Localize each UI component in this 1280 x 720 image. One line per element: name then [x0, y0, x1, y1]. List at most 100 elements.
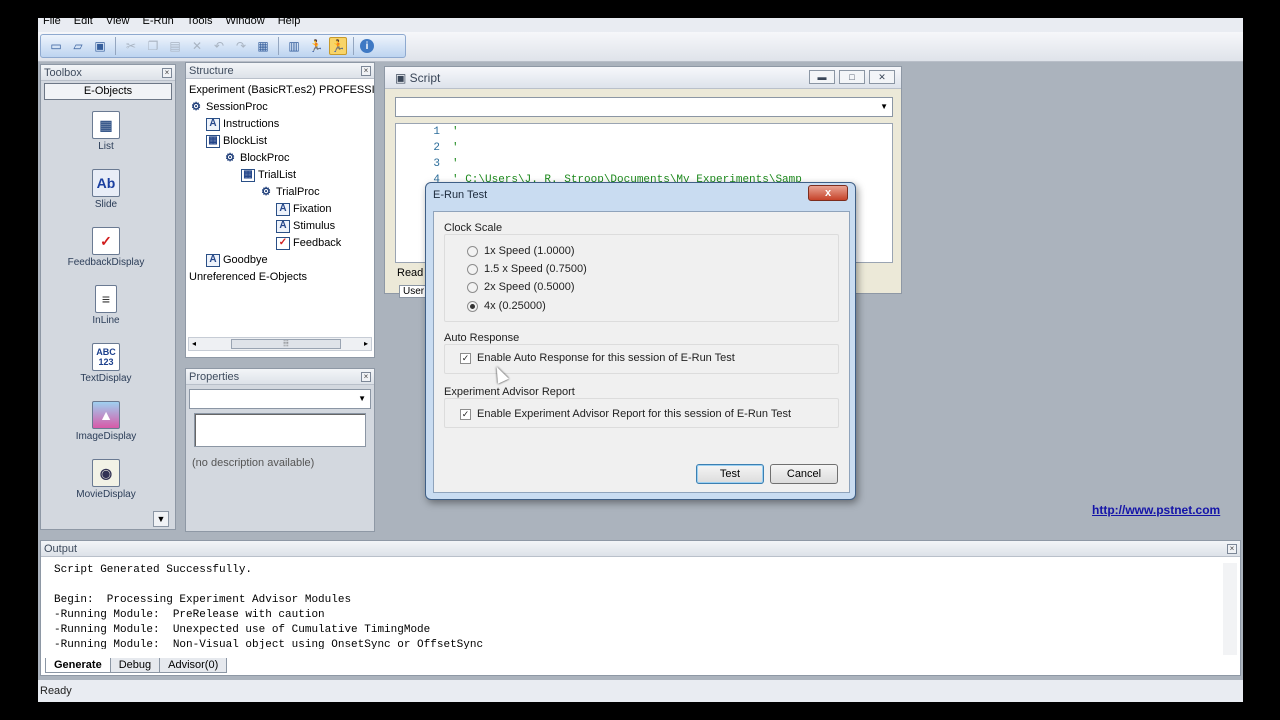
chevron-right-icon[interactable]: ▸	[364, 339, 368, 348]
generate-icon[interactable]: ▥	[285, 37, 303, 55]
radio-button[interactable]	[467, 263, 478, 275]
checkbox-checked[interactable]: ✓	[460, 352, 471, 364]
open-icon[interactable]: ▱	[69, 37, 87, 55]
chevron-down-icon[interactable]: ▼	[153, 511, 169, 527]
maximize-button[interactable]: □	[839, 70, 865, 84]
chevron-left-icon[interactable]: ◂	[192, 339, 196, 348]
tab-advisor[interactable]: Advisor(0)	[159, 658, 228, 673]
clock-option-1-5x[interactable]: 1.5 x Speed (0.7500)	[467, 263, 587, 275]
tree-node-sessionproc[interactable]: ⚙ SessionProc	[189, 99, 268, 115]
info-icon[interactable]: i	[360, 39, 374, 53]
property-grid[interactable]	[194, 413, 366, 447]
run-icon[interactable]: 🏃	[307, 37, 325, 55]
radio-button-selected[interactable]	[467, 300, 478, 312]
tree-node-stimulus[interactable]: A Stimulus	[276, 218, 335, 234]
tree-node-triallist[interactable]: ▦ TrialList	[241, 167, 296, 183]
textdisplay-icon: A	[206, 117, 220, 131]
copy-icon[interactable]: ❐	[144, 37, 162, 55]
tree-label: Goodbye	[223, 254, 268, 266]
redo-icon[interactable]: ↷	[232, 37, 250, 55]
save-icon[interactable]: ▣	[91, 37, 109, 55]
properties-icon[interactable]: ▦	[254, 37, 272, 55]
clock-option-1x[interactable]: 1x Speed (1.0000)	[467, 245, 575, 257]
close-button[interactable]: x	[808, 185, 848, 201]
toolbox-title: Toolbox	[44, 67, 82, 79]
menu-file[interactable]: File	[38, 18, 66, 27]
close-icon[interactable]: ×	[361, 372, 371, 382]
menu-help[interactable]: Help	[273, 18, 306, 27]
clock-option-4x[interactable]: 4x (0.25000)	[467, 300, 546, 312]
advisor-option[interactable]: ✓ Enable Experiment Advisor Report for th…	[460, 408, 791, 420]
chevron-down-icon: ▼	[358, 394, 366, 403]
toolbox-item-textdisplay[interactable]: ABC 123 TextDisplay	[41, 343, 171, 384]
menu-window[interactable]: Window	[221, 18, 270, 27]
auto-response-option[interactable]: ✓ Enable Auto Response for this session o…	[460, 352, 735, 364]
radio-button[interactable]	[467, 245, 478, 257]
menu-erun[interactable]: E-Run	[138, 18, 179, 27]
cancel-button[interactable]: Cancel	[770, 464, 838, 484]
menu-tools[interactable]: Tools	[182, 18, 218, 27]
pstnet-link[interactable]: http://www.pstnet.com	[1092, 503, 1220, 517]
tree-node-feedback[interactable]: ✓ Feedback	[276, 235, 341, 251]
script-icon: ▣	[395, 71, 410, 85]
delete-icon[interactable]: ✕	[188, 37, 206, 55]
tab-debug[interactable]: Debug	[109, 658, 161, 673]
toolbox-item-inline[interactable]: ≡ InLine	[41, 285, 171, 326]
clock-option-2x[interactable]: 2x Speed (0.5000)	[467, 281, 575, 293]
minimize-button[interactable]: ▬	[809, 70, 835, 84]
script-section-select[interactable]: ▼	[395, 97, 893, 117]
script-titlebar: ▣ Script ▬ □ ✕	[385, 67, 901, 89]
toolbox-item-list[interactable]: ▦ List	[41, 111, 171, 152]
slide-icon: Ab	[92, 169, 120, 197]
tree-node-fixation[interactable]: A Fixation	[276, 201, 332, 217]
paste-icon[interactable]: ▤	[166, 37, 184, 55]
test-icon[interactable]: 🏃	[329, 37, 347, 55]
line-number: 1	[433, 126, 440, 138]
tree-node-unreferenced[interactable]: Unreferenced E-Objects	[189, 269, 307, 285]
undo-icon[interactable]: ↶	[210, 37, 228, 55]
code-text: '	[452, 142, 459, 154]
tab-generate[interactable]: Generate	[45, 658, 111, 673]
close-icon[interactable]: ×	[361, 66, 371, 76]
list-icon: ▦	[241, 168, 255, 182]
toolbox-item-moviedisplay[interactable]: ◉ MovieDisplay	[41, 459, 171, 500]
tree-root[interactable]: Experiment (BasicRT.es2) PROFESSIO	[189, 82, 374, 98]
close-icon[interactable]: ×	[1227, 544, 1237, 554]
output-panel: Output × Script Generated Successfully. B…	[40, 540, 1241, 676]
tree-label: Fixation	[293, 203, 332, 215]
eobjects-category-button[interactable]: E-Objects	[44, 83, 172, 100]
procedure-icon: ⚙	[191, 101, 201, 113]
test-button[interactable]: Test	[696, 464, 764, 484]
object-select[interactable]: ▼	[189, 389, 371, 409]
auto-response-label: Auto Response	[444, 332, 520, 344]
list-icon: ▦	[92, 111, 120, 139]
tree-node-blocklist[interactable]: ▦ BlockList	[206, 133, 267, 149]
new-icon[interactable]: ▭	[47, 37, 65, 55]
tree-node-blockproc[interactable]: ⚙ BlockProc	[223, 150, 290, 166]
window-buttons: ▬ □ ✕	[809, 70, 895, 84]
tree-label: BlockProc	[240, 152, 290, 164]
output-vscrollbar[interactable]	[1223, 563, 1237, 655]
code-text: '	[452, 158, 459, 170]
close-button[interactable]: ✕	[869, 70, 895, 84]
chevron-down-icon: ▼	[880, 102, 888, 111]
toolbox-item-slide[interactable]: Ab Slide	[41, 169, 171, 210]
script-tab-user[interactable]: User	[399, 285, 429, 298]
toolbox-item-imagedisplay[interactable]: ▲ ImageDisplay	[41, 401, 171, 442]
code-text: '	[452, 126, 459, 138]
menu-view[interactable]: View	[101, 18, 135, 27]
tree-node-goodbye[interactable]: A Goodbye	[206, 252, 268, 268]
scrollbar-thumb[interactable]: ⦙⦙⦙	[231, 339, 341, 349]
checkbox-checked[interactable]: ✓	[460, 408, 471, 420]
close-icon[interactable]: ×	[162, 68, 172, 78]
toolbox-item-label: TextDisplay	[80, 373, 132, 384]
structure-hscrollbar[interactable]: ◂ ⦙⦙⦙ ▸	[188, 337, 372, 351]
radio-button[interactable]	[467, 281, 478, 293]
output-header: Output ×	[41, 541, 1240, 557]
menu-edit[interactable]: Edit	[69, 18, 98, 27]
tree-node-trialproc[interactable]: ⚙ TrialProc	[259, 184, 320, 200]
tree-node-instructions[interactable]: A Instructions	[206, 116, 279, 132]
cut-icon[interactable]: ✂	[122, 37, 140, 55]
toolbox-item-feedbackdisplay[interactable]: ✓ FeedbackDisplay	[41, 227, 171, 268]
dialog-body: Clock Scale 1x Speed (1.0000) 1.5 x Spee…	[433, 211, 850, 493]
